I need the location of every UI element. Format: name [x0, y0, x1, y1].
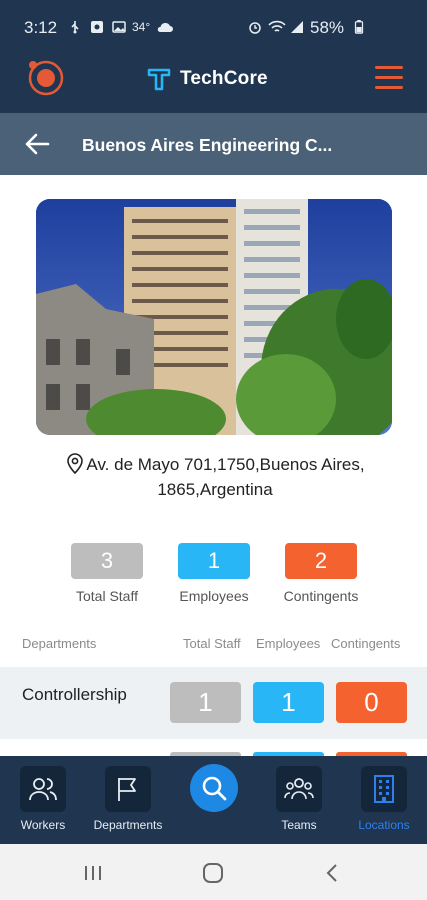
- table-row[interactable]: Controllership 1 1 0: [0, 667, 427, 739]
- flag-icon: [105, 766, 151, 812]
- wifi-icon: [268, 20, 286, 32]
- column-header-total-staff: Total Staff: [183, 636, 241, 651]
- brand: TechCore: [146, 66, 268, 92]
- search-button[interactable]: [190, 764, 238, 812]
- app-bar: TechCore: [0, 56, 427, 113]
- status-bar: 3:12 34° 58%: [0, 0, 427, 56]
- building-photo: [36, 199, 392, 435]
- column-header-contingents: Contingents: [331, 636, 401, 651]
- address-line-2: 1865,Argentina: [157, 480, 273, 499]
- battery-icon: [354, 20, 364, 34]
- techcore-logo-icon: [147, 68, 171, 91]
- bottom-navigation: Workers Departments Teams Locations: [0, 756, 427, 844]
- building-image: [36, 199, 392, 435]
- column-header-employees: Employees: [256, 636, 321, 651]
- nav-workers-label: Workers: [20, 818, 66, 832]
- page-title: Buenos Aires Engineering C...: [82, 135, 333, 155]
- brand-name: TechCore: [180, 68, 268, 89]
- recents-icon[interactable]: [82, 862, 104, 884]
- employees-count: 1: [178, 543, 250, 579]
- nav-locations-label: Locations: [358, 818, 410, 832]
- column-header-departments: Departments: [22, 636, 97, 651]
- home-icon[interactable]: [202, 862, 224, 884]
- people-icon: [20, 766, 66, 812]
- nav-locations[interactable]: Locations: [344, 766, 424, 832]
- hamburger-line: [375, 86, 403, 89]
- employees-label: Employees: [179, 588, 249, 604]
- department-name: Controllership: [22, 685, 127, 704]
- department-contingents: 0: [336, 682, 407, 723]
- stat-employees: 1 Employees: [169, 543, 259, 604]
- department-total-staff: 1: [170, 682, 241, 723]
- hamburger-icon: [375, 66, 403, 69]
- system-navigation-bar: [0, 844, 427, 900]
- back-icon[interactable]: [322, 862, 344, 884]
- address-line-1: Av. de Mayo 701,1750,Buenos Aires,: [86, 455, 365, 474]
- alarm-icon: [249, 22, 261, 34]
- nav-workers[interactable]: Workers: [3, 766, 83, 832]
- status-time: 3:12: [24, 18, 58, 37]
- usb-icon: [71, 21, 79, 34]
- stat-total-staff: 3 Total Staff: [62, 543, 152, 604]
- menu-button[interactable]: [375, 66, 403, 90]
- team-icon: [276, 766, 322, 812]
- status-battery-text: 58%: [310, 18, 345, 37]
- location-pin-icon: [67, 453, 84, 474]
- status-temperature: 34°: [132, 20, 151, 34]
- arrow-left-icon[interactable]: [24, 131, 50, 157]
- building-icon: [361, 766, 407, 812]
- orbit-logo-icon[interactable]: [25, 58, 67, 98]
- contingents-label: Contingents: [283, 588, 359, 604]
- cloud-icon: [157, 22, 173, 32]
- page-header: Buenos Aires Engineering C...: [0, 113, 427, 175]
- search-icon: [202, 776, 227, 801]
- nav-departments[interactable]: Departments: [88, 766, 168, 832]
- notification-icon: [91, 21, 103, 33]
- nav-departments-label: Departments: [93, 818, 163, 832]
- stat-contingents: 2 Contingents: [276, 543, 366, 604]
- address: Av. de Mayo 701,1750,Buenos Aires, 1865,…: [40, 452, 390, 502]
- contingents-count: 2: [285, 543, 357, 579]
- total-staff-label: Total Staff: [75, 588, 138, 604]
- image-icon: [112, 21, 126, 33]
- hamburger-line: [375, 76, 403, 79]
- nav-teams[interactable]: Teams: [259, 766, 339, 832]
- signal-icon: [291, 21, 303, 33]
- total-staff-count: 3: [71, 543, 143, 579]
- department-employees: 1: [253, 682, 324, 723]
- nav-teams-label: Teams: [281, 818, 317, 832]
